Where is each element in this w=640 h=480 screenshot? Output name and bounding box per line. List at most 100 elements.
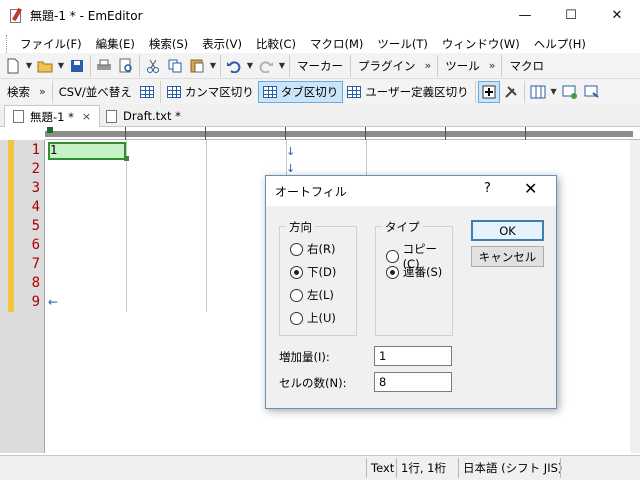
menu-tools[interactable]: ツール(T) [370, 36, 435, 52]
comma-separated-button[interactable]: カンマ区切り [163, 81, 258, 103]
redo-dropdown-icon[interactable]: ▼ [277, 55, 287, 77]
extra-toolbar-group [474, 80, 524, 103]
user-defined-separated-button[interactable]: ユーザー定義区切り [343, 81, 472, 103]
menu-window[interactable]: ウィンドウ(W) [435, 36, 527, 52]
print-toolbar-group [90, 54, 139, 77]
cut-icon[interactable] [142, 55, 164, 77]
menu-file[interactable]: ファイル(F) [13, 36, 89, 52]
column-ruler[interactable] [45, 127, 640, 140]
plugin-toolbar-label[interactable]: プラグイン [353, 58, 421, 74]
close-icon: ✕ [611, 8, 623, 23]
save-icon[interactable] [66, 55, 88, 77]
dialog-title-bar[interactable]: オートフィル ? ✕ [266, 176, 556, 206]
radio-label: 上(U) [307, 311, 336, 325]
tools-icon[interactable] [500, 81, 522, 103]
line-number: 4 [31, 199, 40, 215]
add-cell-icon[interactable] [477, 80, 500, 103]
direction-left-radio[interactable]: 左(L) [290, 287, 334, 303]
undo-dropdown-icon[interactable]: ▼ [245, 55, 255, 77]
search-chevron-icon[interactable]: » [35, 85, 50, 98]
paste-dropdown-icon[interactable]: ▼ [208, 55, 218, 77]
paste-icon[interactable] [186, 55, 208, 77]
minimize-button[interactable]: — [502, 0, 548, 31]
new-file-dropdown-icon[interactable]: ▼ [24, 55, 34, 77]
menu-macro[interactable]: マクロ(M) [303, 36, 370, 52]
radio-selected-icon [290, 265, 303, 279]
autofill-dialog: オートフィル ? ✕ 方向 右(R) 下(D) 左(L) 上(U) タイプ コピ… [265, 175, 557, 409]
document-icon [106, 109, 117, 123]
marker-toolbar-label[interactable]: マーカー [292, 58, 348, 74]
radio-label: 下(D) [307, 265, 337, 279]
close-window-button[interactable]: ✕ [594, 0, 640, 31]
radio-selected-icon [386, 265, 399, 279]
redo-icon[interactable] [255, 55, 277, 77]
status-position[interactable]: 1行, 1桁 [396, 458, 456, 478]
plugin-toolbar-group: プラグイン » [350, 54, 437, 77]
csv-toolbar: 検索 » CSV/並べ替え カンマ区切り タブ区切り ユーザー定義区切り ▼ [0, 79, 640, 105]
open-folder-icon[interactable] [34, 55, 56, 77]
document-tab-bar: 無題-1 * × Draft.txt * [0, 104, 640, 127]
macro-toolbar-label[interactable]: マクロ [504, 58, 549, 74]
csv-sort-button[interactable]: CSV/並べ替え [55, 81, 136, 103]
type-series-radio[interactable]: 連番(S) [386, 264, 442, 280]
filter-icon[interactable] [559, 81, 581, 103]
tab-separated-button[interactable]: タブ区切り [257, 80, 344, 103]
menubar-grip[interactable] [6, 34, 11, 53]
direction-legend: 方向 [286, 219, 315, 235]
view-toolbar-group: ▼ [523, 80, 605, 103]
dialog-title: オートフィル [275, 184, 347, 199]
direction-up-radio[interactable]: 上(U) [290, 310, 336, 326]
tab-draft-txt[interactable]: Draft.txt * [98, 105, 189, 127]
columns-dropdown-icon[interactable]: ▼ [549, 81, 559, 103]
user-defined-label: ユーザー定義区切り [365, 84, 469, 99]
new-file-icon[interactable] [2, 55, 24, 77]
direction-group: 方向 右(R) 下(D) 左(L) 上(U) [279, 219, 357, 336]
print-preview-icon[interactable] [115, 55, 137, 77]
dialog-close-icon[interactable]: ✕ [524, 179, 537, 198]
print-icon[interactable] [93, 55, 115, 77]
maximize-button[interactable]: ☐ [548, 0, 594, 31]
line-number: 5 [31, 218, 40, 234]
tab-label: 無題-1 * [30, 109, 74, 124]
menu-view[interactable]: 表示(V) [195, 36, 249, 52]
direction-down-radio[interactable]: 下(D) [290, 264, 336, 280]
search-toolbar-label[interactable]: 検索 [2, 84, 35, 100]
selected-cell[interactable]: 1 [48, 142, 126, 160]
radio-icon [290, 288, 303, 302]
tab-untitled-1[interactable]: 無題-1 * × [4, 105, 101, 127]
modified-lines-marker [8, 140, 14, 312]
end-of-file-icon: ← [48, 295, 59, 309]
marker-toolbar-group: マーカー [289, 54, 350, 77]
ruler-tab-stop [365, 127, 366, 140]
window-title: 無題-1 * - EmEditor [30, 9, 143, 23]
menu-edit[interactable]: 編集(E) [89, 36, 142, 52]
help-icon[interactable]: ? [484, 181, 491, 196]
status-encoding[interactable]: 日本語 (シフト JIS) [458, 458, 562, 478]
export-icon[interactable] [581, 81, 603, 103]
increment-input[interactable] [374, 346, 452, 366]
tool-chevron-icon[interactable]: » [485, 59, 500, 72]
undo-icon[interactable] [223, 55, 245, 77]
copy-icon[interactable] [164, 55, 186, 77]
csv-grid-icon[interactable] [136, 81, 158, 103]
menu-compare[interactable]: 比較(C) [249, 36, 303, 52]
plugin-chevron-icon[interactable]: » [421, 59, 436, 72]
cancel-button[interactable]: キャンセル [471, 246, 544, 267]
direction-right-radio[interactable]: 右(R) [290, 241, 335, 257]
emeditor-app-icon[interactable] [8, 7, 24, 24]
ok-button[interactable]: OK [471, 220, 544, 241]
menu-search[interactable]: 検索(S) [142, 36, 195, 52]
autofill-handle[interactable] [124, 156, 129, 161]
tab-close-icon[interactable]: × [82, 110, 91, 123]
ruler-bar [45, 131, 633, 137]
status-bar: Text 1行, 1桁 日本語 (シフト JIS) [0, 455, 640, 480]
line-number: 6 [31, 237, 40, 253]
menu-help[interactable]: ヘルプ(H) [527, 36, 593, 52]
document-edit-icon [13, 110, 24, 123]
vertical-scrollbar[interactable] [630, 140, 640, 453]
tool-toolbar-label[interactable]: ツール [440, 58, 485, 74]
columns-icon[interactable] [527, 81, 549, 103]
open-dropdown-icon[interactable]: ▼ [56, 55, 66, 77]
cell-count-input[interactable] [374, 372, 452, 392]
status-mode[interactable]: Text [366, 458, 396, 478]
